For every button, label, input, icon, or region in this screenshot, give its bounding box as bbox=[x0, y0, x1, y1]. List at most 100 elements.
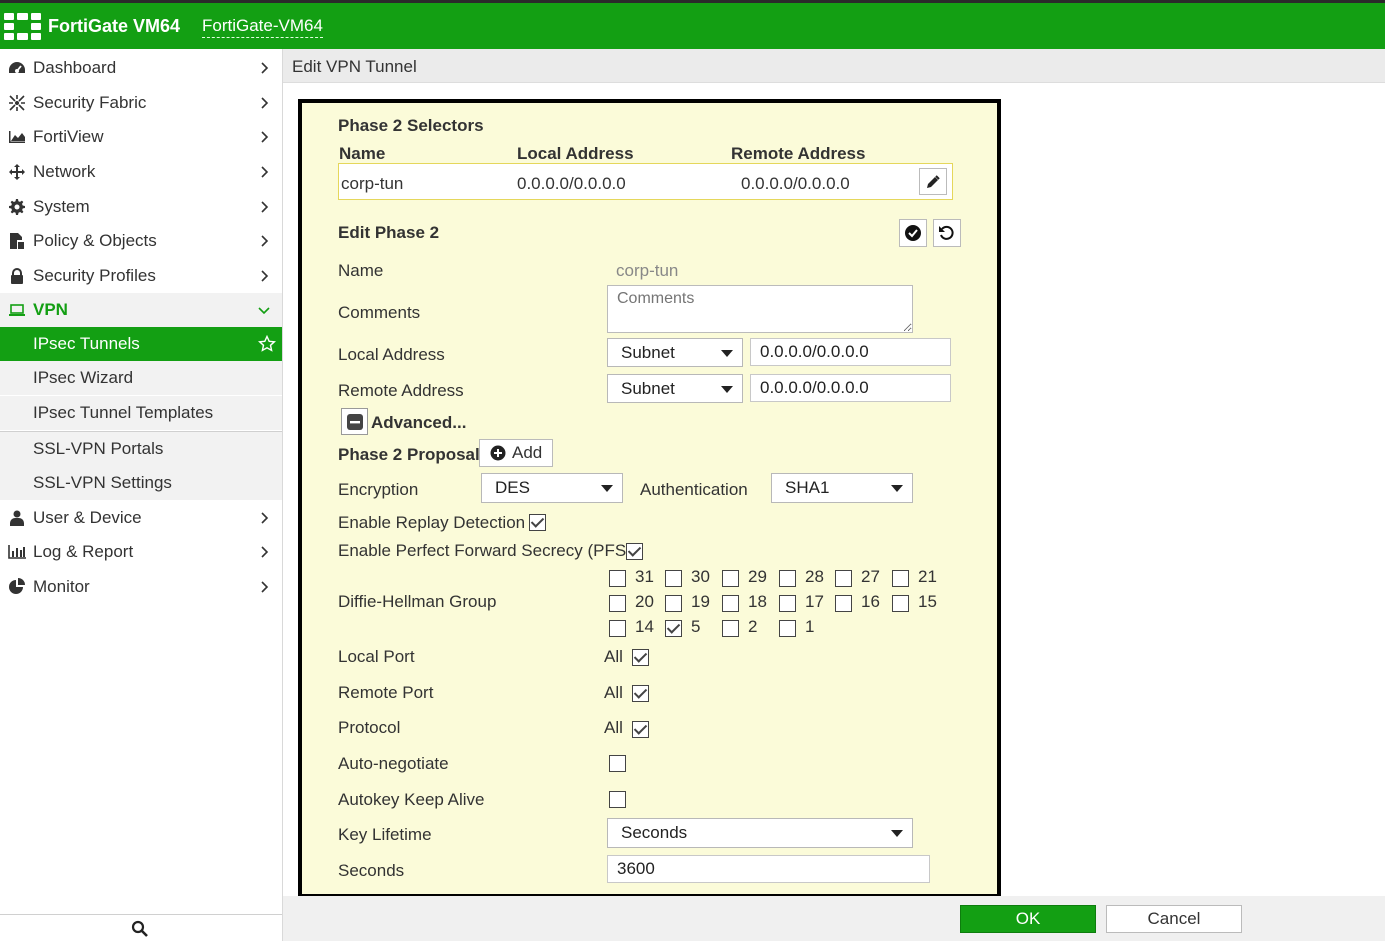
brand-name: FortiGate VM64 bbox=[48, 16, 181, 36]
seconds-label: Seconds bbox=[338, 861, 405, 880]
advanced-label[interactable]: Advanced... bbox=[371, 413, 466, 433]
remote-address-label: Remote Address bbox=[338, 381, 464, 400]
dh-group-label: Diffie-Hellman Group bbox=[338, 592, 497, 611]
replay-checkbox[interactable] bbox=[529, 514, 546, 531]
sidebar-item-fortiview[interactable]: FortiView bbox=[0, 120, 282, 154]
page-title: Edit VPN Tunnel bbox=[292, 57, 417, 76]
revert-button[interactable] bbox=[933, 219, 961, 247]
local-port-label: Local Port bbox=[338, 647, 415, 666]
dh-group-checkbox[interactable] bbox=[722, 595, 739, 612]
sidebar-item-security-fabric[interactable]: Security Fabric bbox=[0, 86, 282, 120]
sidebar-item-label: Monitor bbox=[33, 577, 90, 596]
selectors-heading: Phase 2 Selectors bbox=[338, 116, 484, 135]
dh-group-number: 1 bbox=[805, 617, 815, 636]
dh-group-checkbox[interactable] bbox=[665, 620, 682, 637]
sidebar-item-label: System bbox=[33, 197, 90, 216]
sidebar-item-ssl-vpn-portals[interactable]: SSL-VPN Portals bbox=[0, 432, 282, 466]
local-port-all-checkbox[interactable] bbox=[632, 649, 649, 666]
protocol-all-checkbox[interactable] bbox=[632, 721, 649, 738]
apply-button[interactable] bbox=[899, 219, 927, 247]
remote-address-type-select[interactable]: Subnet bbox=[607, 374, 743, 403]
dh-group-checkbox[interactable] bbox=[665, 570, 682, 587]
dh-group-checkbox[interactable] bbox=[722, 620, 739, 637]
dh-group-checkbox[interactable] bbox=[779, 570, 796, 587]
sidebar-footer bbox=[0, 914, 282, 941]
sidebar-item-ipsec-tunnel-templates[interactable]: IPsec Tunnel Templates bbox=[0, 396, 282, 430]
comments-label: Comments bbox=[338, 303, 421, 322]
sidebar-item-security-profiles[interactable]: Security Profiles bbox=[0, 259, 282, 293]
dh-group-checkbox[interactable] bbox=[779, 595, 796, 612]
pfs-checkbox[interactable] bbox=[626, 543, 643, 560]
chevron-right-icon bbox=[261, 581, 269, 593]
minus-square-icon bbox=[346, 413, 363, 430]
search-icon[interactable] bbox=[131, 920, 149, 938]
ok-button[interactable]: OK bbox=[960, 905, 1096, 933]
fortinet-logo-icon[interactable] bbox=[4, 13, 42, 41]
page-header: Edit VPN Tunnel bbox=[283, 49, 1385, 83]
sidebar-item-ipsec-tunnels[interactable]: IPsec Tunnels bbox=[0, 327, 282, 361]
sidebar-item-system[interactable]: System bbox=[0, 190, 282, 224]
authentication-select[interactable]: SHA1 bbox=[771, 473, 913, 503]
selector-remote: 0.0.0.0/0.0.0.0 bbox=[741, 174, 850, 193]
sidebar-item-monitor[interactable]: Monitor bbox=[0, 570, 282, 604]
dh-group-checkbox[interactable] bbox=[722, 570, 739, 587]
dh-group-checkbox[interactable] bbox=[665, 595, 682, 612]
chevron-right-icon bbox=[261, 166, 269, 178]
chart-icon bbox=[8, 543, 26, 561]
dropdown-arrow-icon bbox=[721, 349, 733, 357]
pfs-label: Enable Perfect Forward Secrecy (PFS) bbox=[338, 541, 632, 560]
dh-group-number: 28 bbox=[805, 567, 824, 586]
seconds-input[interactable]: 3600 bbox=[607, 855, 930, 883]
select-value: DES bbox=[495, 478, 530, 497]
dh-group-checkbox[interactable] bbox=[609, 570, 626, 587]
comments-input[interactable] bbox=[607, 285, 913, 333]
auto-negotiate-label: Auto-negotiate bbox=[338, 754, 449, 773]
dh-group-checkbox[interactable] bbox=[835, 595, 852, 612]
key-lifetime-select[interactable]: Seconds bbox=[607, 818, 913, 848]
add-label: Add bbox=[512, 443, 543, 462]
security-fabric-icon bbox=[8, 94, 26, 112]
sidebar-item-label: User & Device bbox=[33, 508, 142, 527]
local-address-input[interactable]: 0.0.0.0/0.0.0.0 bbox=[750, 338, 951, 366]
cancel-button[interactable]: Cancel bbox=[1106, 905, 1242, 933]
hostname-link[interactable]: FortiGate-VM64 bbox=[202, 16, 323, 38]
edit-selector-button[interactable] bbox=[919, 168, 947, 195]
sidebar-item-label: Log & Report bbox=[33, 542, 134, 561]
dh-group-checkbox[interactable] bbox=[892, 595, 909, 612]
dh-group-checkbox[interactable] bbox=[609, 595, 626, 612]
remote-port-all-checkbox[interactable] bbox=[632, 685, 649, 702]
edit-phase2-heading: Edit Phase 2 bbox=[338, 223, 440, 242]
selector-row[interactable]: corp-tun 0.0.0.0/0.0.0.0 0.0.0.0/0.0.0.0 bbox=[338, 163, 953, 200]
dh-group-checkbox[interactable] bbox=[609, 620, 626, 637]
local-port-all-label: All bbox=[604, 647, 623, 666]
sidebar-item-user-device[interactable]: User & Device bbox=[0, 501, 282, 535]
encryption-select[interactable]: DES bbox=[481, 473, 623, 503]
dh-group-checkbox[interactable] bbox=[779, 620, 796, 637]
add-proposal-button[interactable]: Add bbox=[479, 439, 553, 467]
sidebar-item-dashboard[interactable]: Dashboard bbox=[0, 51, 282, 85]
local-address-type-select[interactable]: Subnet bbox=[607, 338, 743, 367]
auto-negotiate-checkbox[interactable] bbox=[609, 755, 626, 772]
dropdown-arrow-icon bbox=[891, 830, 903, 837]
star-icon[interactable] bbox=[258, 335, 276, 353]
keepalive-checkbox[interactable] bbox=[609, 791, 626, 808]
remote-address-input[interactable]: 0.0.0.0/0.0.0.0 bbox=[750, 374, 951, 402]
top-bar: FortiGate VM64 FortiGate-VM64 bbox=[0, 0, 1385, 49]
laptop-icon bbox=[8, 301, 26, 319]
sidebar-item-network[interactable]: Network bbox=[0, 155, 282, 189]
sidebar-item-policy-objects[interactable]: Policy & Objects bbox=[0, 224, 282, 258]
gear-icon bbox=[8, 198, 26, 216]
sidebar-item-log-report[interactable]: Log & Report bbox=[0, 535, 282, 569]
dh-group-number: 15 bbox=[918, 592, 937, 611]
dh-group-number: 20 bbox=[635, 592, 654, 611]
authentication-label: Authentication bbox=[640, 480, 748, 499]
selector-name: corp-tun bbox=[341, 174, 404, 193]
dh-group-checkbox[interactable] bbox=[835, 570, 852, 587]
collapse-advanced-button[interactable] bbox=[341, 408, 368, 435]
chevron-right-icon bbox=[261, 131, 269, 143]
sidebar-item-ipsec-wizard[interactable]: IPsec Wizard bbox=[0, 361, 282, 395]
sidebar-item-ssl-vpn-settings[interactable]: SSL-VPN Settings bbox=[0, 466, 282, 500]
name-value: corp-tun bbox=[616, 261, 679, 280]
sidebar-item-vpn[interactable]: VPN bbox=[0, 293, 282, 327]
dh-group-checkbox[interactable] bbox=[892, 570, 909, 587]
